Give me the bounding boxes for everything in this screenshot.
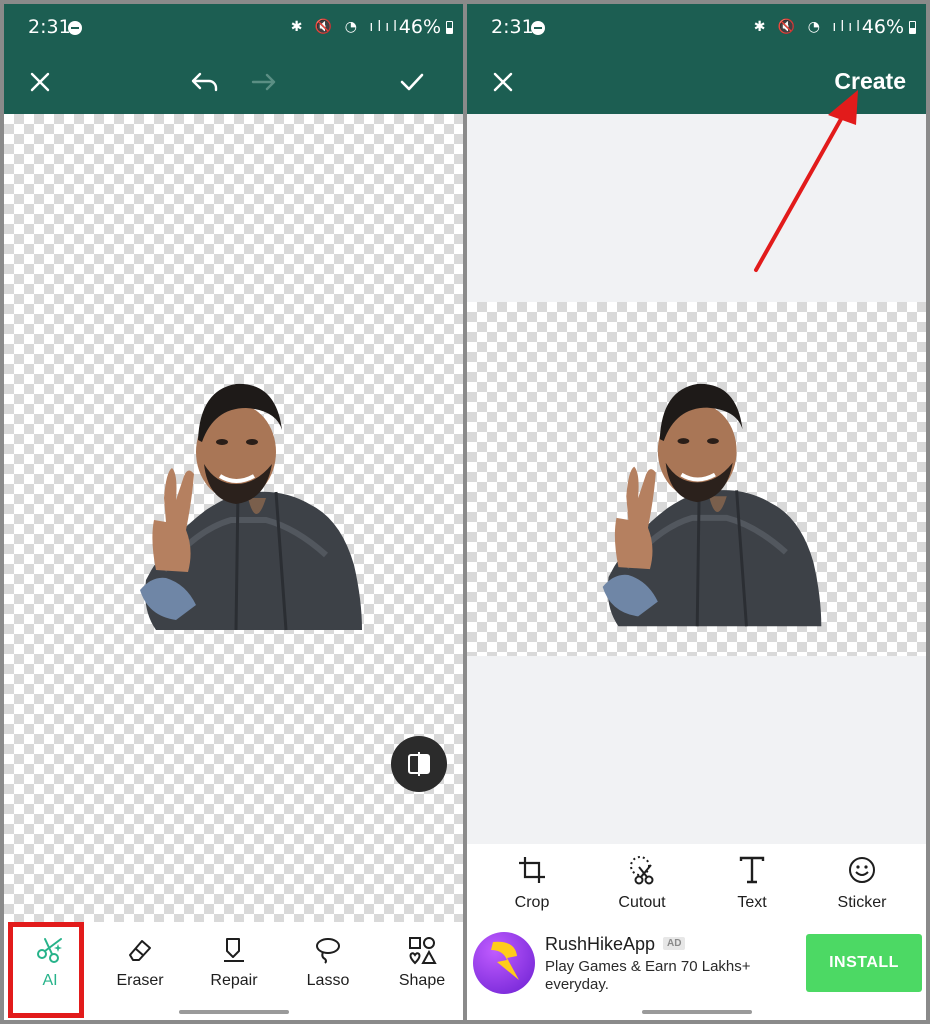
undo-icon[interactable] — [187, 64, 223, 100]
close-icon[interactable] — [22, 64, 58, 100]
battery-icon — [446, 21, 453, 34]
left-screen: 2:31 ✱ 🔇 ◔ ılıl 46% AI Eraser Repair Las… — [4, 4, 463, 1020]
close-icon[interactable] — [485, 64, 521, 100]
preview-tool-bar: Crop Cutout Text Sticker — [467, 844, 926, 922]
tool-label: Cutout — [618, 894, 666, 911]
status-icons: ✱ 🔇 ◔ ılıl — [753, 19, 864, 35]
shape-icon — [406, 934, 438, 966]
tool-label: Sticker — [837, 894, 887, 911]
tool-cutout[interactable]: Cutout — [592, 844, 692, 922]
tool-text[interactable]: Text — [702, 844, 802, 922]
editing-canvas[interactable] — [4, 114, 463, 922]
ai-tool-highlight — [8, 922, 84, 1018]
right-screen: 2:31 ✱ 🔇 ◔ ılıl 46% Create Crop Cutout T… — [467, 4, 926, 1020]
tool-label: Eraser — [116, 972, 164, 989]
redo-icon[interactable] — [244, 64, 280, 100]
lasso-icon — [312, 934, 344, 966]
battery-percent: 46% — [398, 16, 441, 38]
dnd-icon — [68, 21, 82, 35]
tool-crop[interactable]: Crop — [482, 844, 582, 922]
tool-eraser[interactable]: Eraser — [94, 922, 186, 1004]
smiley-icon — [846, 854, 878, 886]
gesture-bar — [178, 1010, 289, 1014]
status-bar: 2:31 ✱ 🔇 ◔ ılıl 46% — [467, 4, 926, 50]
status-icons: ✱ 🔇 ◔ ılıl — [290, 19, 401, 35]
battery-icon — [909, 21, 916, 34]
preview-margin-bottom — [467, 656, 926, 844]
dnd-icon — [531, 21, 545, 35]
gesture-bar — [641, 1010, 752, 1014]
tool-sticker[interactable]: Sticker — [812, 844, 912, 922]
tool-label: Crop — [514, 894, 550, 911]
text-icon — [736, 854, 768, 886]
tool-label: Text — [737, 894, 767, 911]
person-sticker[interactable] — [136, 380, 364, 644]
editor-toolbar — [4, 50, 463, 114]
tool-repair[interactable]: Repair — [188, 922, 280, 1004]
ad-title: RushHikeApp — [545, 934, 656, 954]
repair-icon — [218, 934, 250, 966]
compare-icon — [408, 752, 430, 776]
tool-label: Repair — [210, 972, 258, 989]
preview-toolbar: Create — [467, 50, 926, 114]
create-button[interactable]: Create — [834, 68, 906, 95]
install-button[interactable]: INSTALL — [806, 934, 922, 992]
status-time: 2:31 — [491, 16, 534, 38]
ad-description: Play Games & Earn 70 Lakhs+ everyday. — [545, 958, 751, 993]
tool-shape[interactable]: Shape — [376, 922, 463, 1004]
tool-label: Lasso — [306, 972, 350, 989]
eraser-icon — [124, 934, 156, 966]
status-time: 2:31 — [28, 16, 71, 38]
status-bar: 2:31 ✱ 🔇 ◔ ılıl 46% — [4, 4, 463, 50]
person-sticker — [602, 383, 822, 627]
preview-margin-top — [467, 114, 926, 302]
compare-toggle-button[interactable] — [391, 736, 447, 792]
tool-lasso[interactable]: Lasso — [282, 922, 374, 1004]
app-logo-icon — [473, 932, 535, 994]
crop-icon — [516, 854, 548, 886]
cutout-icon — [626, 854, 658, 886]
battery-percent: 46% — [861, 16, 904, 38]
check-icon[interactable] — [394, 64, 430, 100]
ad-badge: AD — [663, 937, 686, 950]
ad-banner[interactable]: RushHikeApp AD Play Games & Earn 70 Lakh… — [467, 922, 926, 1004]
tool-bar: AI Eraser Repair Lasso Shape — [4, 922, 463, 1018]
sticker-preview — [467, 302, 926, 656]
tool-label: Shape — [398, 972, 446, 989]
